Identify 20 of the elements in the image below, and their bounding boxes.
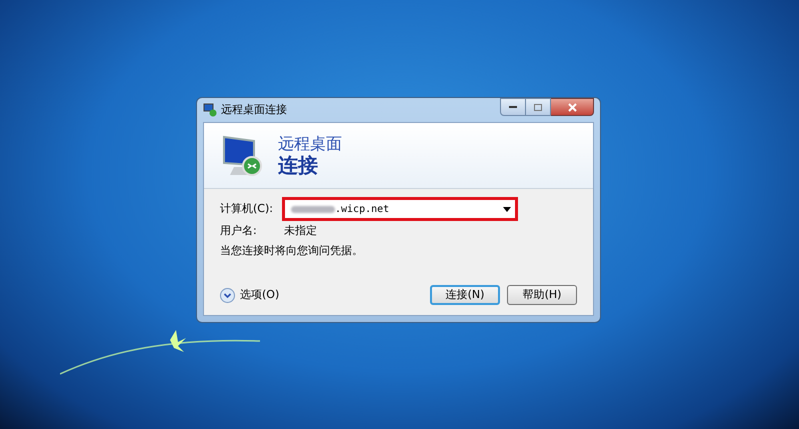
- computer-label: 计算机(C):: [220, 200, 274, 217]
- remote-desktop-icon: [203, 103, 217, 117]
- banner-title: 远程桌面: [278, 136, 342, 152]
- minimize-button[interactable]: [500, 98, 526, 116]
- computer-combo-box[interactable]: .wicp.net: [284, 199, 516, 219]
- close-icon: [568, 102, 576, 112]
- options-toggle[interactable]: 选项(O): [220, 286, 280, 304]
- username-value: 未指定: [284, 222, 317, 239]
- dialog-button[interactable]: 连接(N): [430, 285, 500, 305]
- expand-icon: [220, 288, 235, 302]
- window-title: 远程桌面连接: [221, 102, 287, 118]
- maximize-button[interactable]: [526, 98, 551, 116]
- dropdown-arrow-icon[interactable]: [503, 206, 511, 212]
- computer-value: .wicp.net: [335, 202, 390, 216]
- dialog-button[interactable]: 帮助(H): [507, 285, 577, 305]
- close-button[interactable]: [551, 98, 594, 116]
- credentials-note: 当您连接时将向您询问凭据。: [220, 243, 364, 259]
- banner-subtitle: 连接: [278, 155, 319, 175]
- blurred-text-placeholder: [291, 206, 335, 212]
- username-label: 用户名:: [220, 222, 258, 239]
